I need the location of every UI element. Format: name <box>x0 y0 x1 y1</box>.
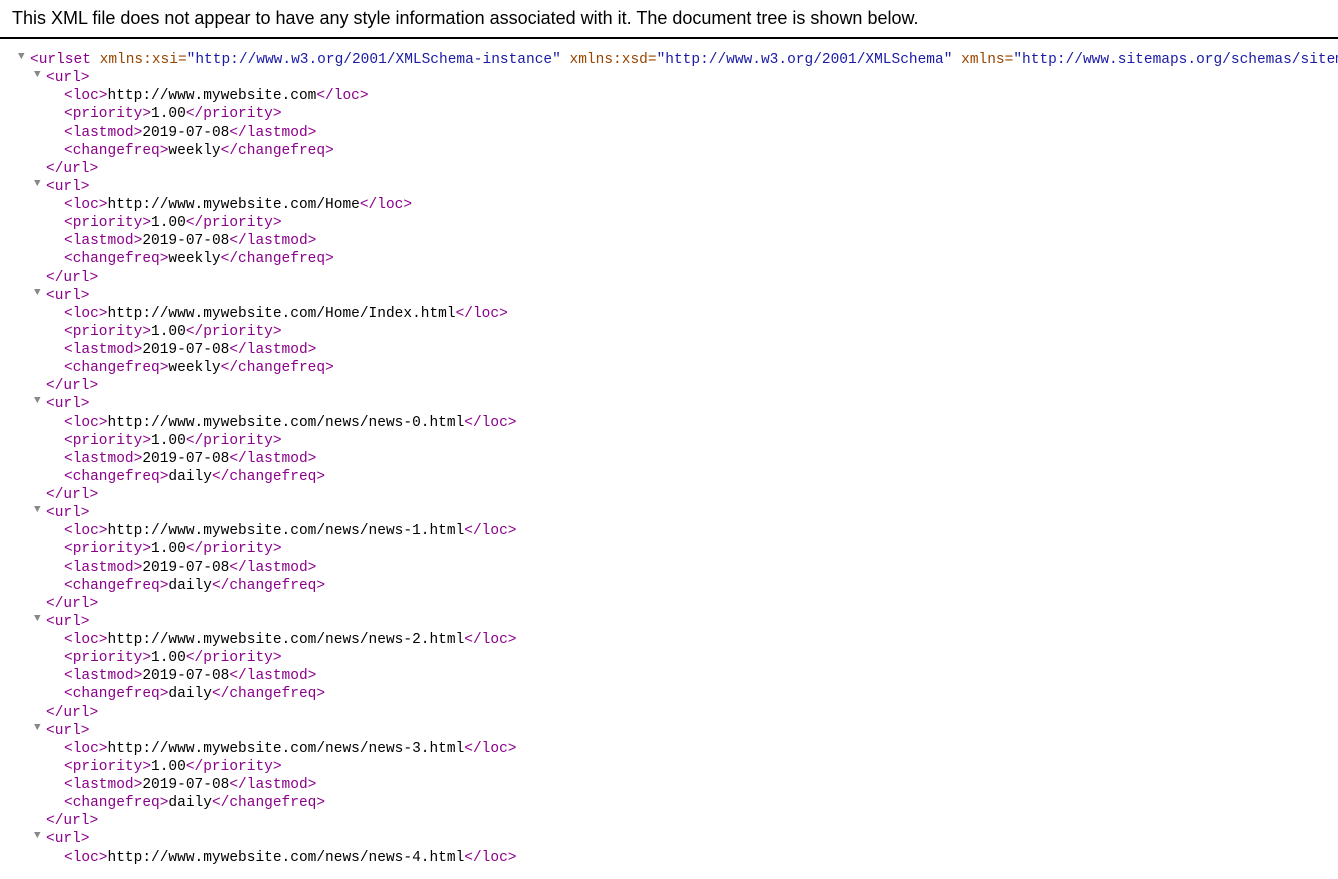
url-open-tag: <url> <box>46 288 90 304</box>
changefreq-line: <changefreq>daily</changefreq> <box>4 577 1334 595</box>
changefreq-line: <changefreq>daily</changefreq> <box>4 685 1334 703</box>
toggle-icon[interactable]: ▼ <box>34 287 41 301</box>
lastmod-line: <lastmod>2019-07-08</lastmod> <box>4 559 1334 577</box>
url-open-line: ▼ <url> <box>4 504 1334 522</box>
toggle-icon[interactable]: ▼ <box>34 504 41 518</box>
loc-line: <loc>http://www.mywebsite.com/Home</loc> <box>4 196 1334 214</box>
xml-tree: ▼ <urlset xmlns:xsi="http://www.w3.org/2… <box>0 39 1338 879</box>
url-close-line: </url> <box>4 377 1334 395</box>
priority-line: <priority>1.00</priority> <box>4 323 1334 341</box>
toggle-icon[interactable]: ▼ <box>18 51 25 65</box>
url-close-line: </url> <box>4 160 1334 178</box>
url-open-line: ▼ <url> <box>4 830 1334 848</box>
url-open-line: ▼ <url> <box>4 613 1334 631</box>
lastmod-line: <lastmod>2019-07-08</lastmod> <box>4 341 1334 359</box>
url-open-line: ▼ <url> <box>4 395 1334 413</box>
url-close-line: </url> <box>4 704 1334 722</box>
lastmod-line: <lastmod>2019-07-08</lastmod> <box>4 232 1334 250</box>
url-open-tag: <url> <box>46 505 90 521</box>
lastmod-line: <lastmod>2019-07-08</lastmod> <box>4 776 1334 794</box>
priority-line: <priority>1.00</priority> <box>4 540 1334 558</box>
loc-line: <loc>http://www.mywebsite.com/news/news-… <box>4 522 1334 540</box>
lastmod-line: <lastmod>2019-07-08</lastmod> <box>4 124 1334 142</box>
changefreq-line: <changefreq>weekly</changefreq> <box>4 250 1334 268</box>
url-open-tag: <url> <box>46 70 90 86</box>
root-element-line: ▼ <urlset xmlns:xsi="http://www.w3.org/2… <box>4 51 1334 69</box>
url-open-line: ▼ <url> <box>4 178 1334 196</box>
priority-line: <priority>1.00</priority> <box>4 214 1334 232</box>
url-open-line: ▼ <url> <box>4 287 1334 305</box>
url-open-tag: <url> <box>46 179 90 195</box>
url-close-line: </url> <box>4 269 1334 287</box>
toggle-icon[interactable]: ▼ <box>34 830 41 844</box>
url-open-tag: <url> <box>46 614 90 630</box>
loc-line: <loc>http://www.mywebsite.com/Home/Index… <box>4 305 1334 323</box>
changefreq-line: <changefreq>daily</changefreq> <box>4 468 1334 486</box>
url-open-line: ▼ <url> <box>4 69 1334 87</box>
priority-line: <priority>1.00</priority> <box>4 649 1334 667</box>
changefreq-line: <changefreq>weekly</changefreq> <box>4 142 1334 160</box>
toggle-icon[interactable]: ▼ <box>34 722 41 736</box>
loc-line: <loc>http://www.mywebsite.com/news/news-… <box>4 414 1334 432</box>
toggle-icon[interactable]: ▼ <box>34 178 41 192</box>
toggle-icon[interactable]: ▼ <box>34 69 41 83</box>
lastmod-line: <lastmod>2019-07-08</lastmod> <box>4 450 1334 468</box>
url-close-line: </url> <box>4 595 1334 613</box>
xml-notice-header: This XML file does not appear to have an… <box>0 0 1338 39</box>
loc-line: <loc>http://www.mywebsite.com</loc> <box>4 87 1334 105</box>
url-open-tag: <url> <box>46 396 90 412</box>
root-open-tag: <urlset xmlns:xsi="http://www.w3.org/200… <box>30 52 1338 68</box>
url-open-line: ▼ <url> <box>4 722 1334 740</box>
priority-line: <priority>1.00</priority> <box>4 758 1334 776</box>
loc-line: <loc>http://www.mywebsite.com/news/news-… <box>4 849 1334 867</box>
loc-line: <loc>http://www.mywebsite.com/news/news-… <box>4 740 1334 758</box>
loc-line: <loc>http://www.mywebsite.com/news/news-… <box>4 631 1334 649</box>
url-open-tag: <url> <box>46 723 90 739</box>
priority-line: <priority>1.00</priority> <box>4 105 1334 123</box>
toggle-icon[interactable]: ▼ <box>34 613 41 627</box>
changefreq-line: <changefreq>daily</changefreq> <box>4 794 1334 812</box>
lastmod-line: <lastmod>2019-07-08</lastmod> <box>4 667 1334 685</box>
changefreq-line: <changefreq>weekly</changefreq> <box>4 359 1334 377</box>
toggle-icon[interactable]: ▼ <box>34 395 41 409</box>
priority-line: <priority>1.00</priority> <box>4 432 1334 450</box>
url-open-tag: <url> <box>46 831 90 847</box>
url-close-line: </url> <box>4 486 1334 504</box>
url-close-line: </url> <box>4 812 1334 830</box>
